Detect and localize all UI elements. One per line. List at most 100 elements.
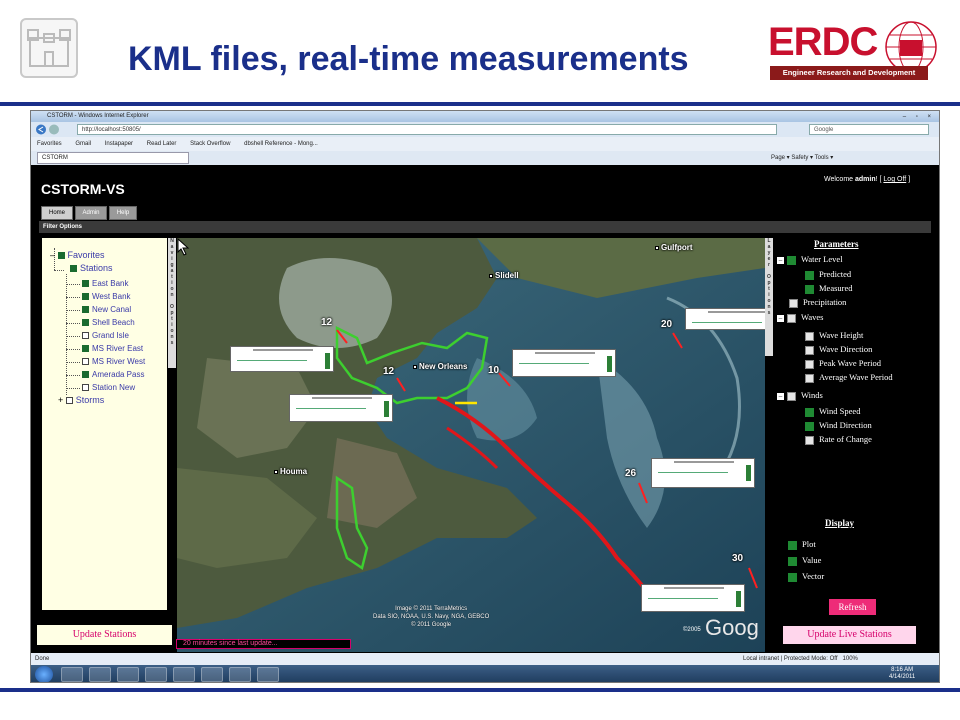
tab-help[interactable]: Help <box>109 206 137 220</box>
tree-station-item[interactable]: Station New <box>82 383 135 392</box>
tab-home[interactable]: Home <box>41 206 73 220</box>
param-rate-of-change[interactable]: Rate of Change <box>805 434 872 445</box>
checkbox-unchecked[interactable] <box>805 345 814 355</box>
checkbox-unchecked[interactable] <box>82 332 89 340</box>
checkbox-checked[interactable] <box>805 270 814 280</box>
checkbox-checked[interactable] <box>788 572 797 582</box>
display-value[interactable]: Value <box>788 555 821 566</box>
taskbar-ie-icon[interactable] <box>61 667 83 682</box>
favorites-item[interactable]: Instapaper <box>105 141 133 147</box>
checkbox-checked[interactable] <box>805 284 814 294</box>
checkbox-checked[interactable] <box>82 293 89 301</box>
checkbox-unchecked[interactable] <box>787 313 796 323</box>
tree-favorites[interactable]: – Favorites <box>50 250 105 260</box>
param-winds[interactable]: – Winds <box>777 390 823 401</box>
checkbox-unchecked[interactable] <box>65 397 73 405</box>
checkbox-unchecked[interactable] <box>787 391 796 401</box>
station-value-label[interactable]: 10 <box>488 365 499 376</box>
command-bar-tools[interactable]: Page ▾ Safety ▾ Tools ▾ <box>771 151 833 165</box>
checkbox-checked[interactable] <box>82 280 89 288</box>
taskbar-outlook-icon[interactable] <box>145 667 167 682</box>
checkbox-unchecked[interactable] <box>805 435 814 445</box>
map-view[interactable]: Gulfport Slidell New Orleans Houma 12 12… <box>177 238 765 652</box>
favorites-item[interactable]: Gmail <box>75 141 91 147</box>
station-value-label[interactable]: 12 <box>321 317 332 328</box>
favorites-item[interactable]: dbshell Reference - Mong... <box>244 141 318 147</box>
collapse-toggle[interactable]: – <box>777 392 784 400</box>
checkbox-checked[interactable] <box>787 255 796 265</box>
station-value-label[interactable]: 30 <box>732 553 743 564</box>
checkbox-checked[interactable] <box>82 345 89 353</box>
taskbar-folder-icon[interactable] <box>89 667 111 682</box>
checkbox-unchecked[interactable] <box>805 331 814 341</box>
station-mini-plot[interactable] <box>512 349 616 377</box>
tree-stations[interactable]: Stations <box>70 263 113 273</box>
param-precipitation[interactable]: Precipitation <box>789 297 846 308</box>
param-measured[interactable]: Measured <box>805 283 853 294</box>
taskbar-app-icon[interactable] <box>201 667 223 682</box>
layer-options-toggle[interactable]: Layer Options <box>765 238 773 356</box>
tree-station-item[interactable]: Amerada Pass <box>82 370 144 379</box>
update-stations-button[interactable]: Update Stations <box>37 625 172 645</box>
search-input[interactable]: Google <box>809 124 929 135</box>
display-vector[interactable]: Vector <box>788 571 824 582</box>
checkbox-checked[interactable] <box>805 421 814 431</box>
station-mini-plot[interactable] <box>685 308 765 330</box>
checkbox-unchecked[interactable] <box>805 373 814 383</box>
checkbox-checked[interactable] <box>57 252 65 260</box>
collapse-toggle[interactable]: – <box>777 314 784 322</box>
update-live-stations-button[interactable]: Update Live Stations <box>783 626 916 644</box>
param-average-wave-period[interactable]: Average Wave Period <box>805 372 893 383</box>
checkbox-checked[interactable] <box>82 371 89 379</box>
tree-station-item[interactable]: New Canal <box>82 305 131 314</box>
param-water-level[interactable]: – Water Level <box>777 254 843 265</box>
checkbox-checked[interactable] <box>788 540 797 550</box>
start-button-icon[interactable] <box>35 666 53 682</box>
checkbox-unchecked[interactable] <box>789 298 798 308</box>
favorites-item[interactable]: Read Later <box>147 141 177 147</box>
tab-cstorm[interactable]: CSTORM <box>37 152 189 164</box>
collapse-toggle[interactable]: – <box>777 256 784 264</box>
station-mini-plot[interactable] <box>651 458 755 488</box>
favorites-item[interactable]: Stack Overflow <box>190 141 230 147</box>
taskbar-clock[interactable]: 8:16 AM 4/14/2011 <box>889 667 915 681</box>
station-value-label[interactable]: 26 <box>625 468 636 479</box>
checkbox-checked[interactable] <box>788 556 797 566</box>
navigation-options-toggle[interactable]: Navigation Options <box>168 238 176 368</box>
taskbar-powerpoint-icon[interactable] <box>229 667 251 682</box>
tree-station-item[interactable]: MS River West <box>82 357 145 366</box>
param-wind-direction[interactable]: Wind Direction <box>805 420 872 431</box>
zoom-level[interactable]: 100% <box>843 656 858 662</box>
param-waves[interactable]: – Waves <box>777 312 823 323</box>
tree-station-item[interactable]: East Bank <box>82 279 128 288</box>
expand-toggle[interactable]: + <box>58 395 63 405</box>
station-value-label[interactable]: 20 <box>661 319 672 330</box>
checkbox-checked[interactable] <box>82 306 89 314</box>
url-input[interactable]: http://localhost:50805/ <box>77 124 777 135</box>
filter-options-bar[interactable]: Filter Options <box>39 221 931 233</box>
station-value-label[interactable]: 12 <box>383 366 394 377</box>
tree-station-item[interactable]: Grand Isle <box>82 331 129 340</box>
tree-station-item[interactable]: MS River East <box>82 344 143 353</box>
station-mini-plot[interactable] <box>230 346 334 372</box>
param-peak-wave-period[interactable]: Peak Wave Period <box>805 358 881 369</box>
param-wave-direction[interactable]: Wave Direction <box>805 344 872 355</box>
tab-admin[interactable]: Admin <box>75 206 107 220</box>
logoff-link[interactable]: Log Off <box>883 176 906 183</box>
refresh-button[interactable]: Refresh <box>829 599 876 615</box>
param-wind-speed[interactable]: Wind Speed <box>805 406 860 417</box>
favorites-item[interactable]: Favorites <box>37 141 62 147</box>
checkbox-checked[interactable] <box>70 265 77 273</box>
checkbox-checked[interactable] <box>82 319 89 327</box>
station-mini-plot[interactable] <box>641 584 745 612</box>
checkbox-unchecked[interactable] <box>82 358 89 366</box>
taskbar-word-icon[interactable] <box>257 667 279 682</box>
taskbar-chrome-icon[interactable] <box>173 667 195 682</box>
display-plot[interactable]: Plot <box>788 539 816 550</box>
param-predicted[interactable]: Predicted <box>805 269 851 280</box>
tree-station-item[interactable]: Shell Beach <box>82 318 135 327</box>
tree-storms[interactable]: + Storms <box>58 395 104 405</box>
checkbox-unchecked[interactable] <box>82 384 89 392</box>
tree-station-item[interactable]: West Bank <box>82 292 131 301</box>
taskbar-media-icon[interactable] <box>117 667 139 682</box>
